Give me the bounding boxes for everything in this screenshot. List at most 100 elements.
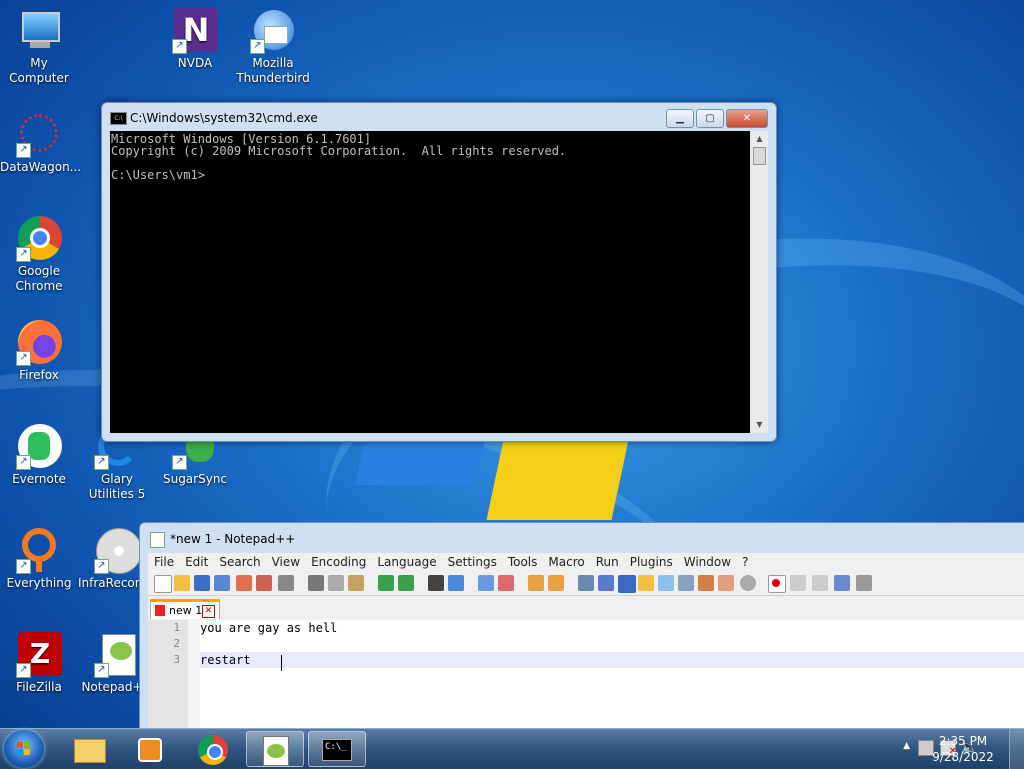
monitoring-icon[interactable] [740,575,756,591]
cmd-vertical-scrollbar[interactable]: ▲ ▼ [751,131,768,433]
indent-guide-icon[interactable] [618,575,636,593]
menu-run[interactable]: Run [596,555,619,569]
tab-new-1[interactable]: new 1 ✕ [150,599,220,619]
shortcut-arrow-icon: ↗ [172,455,187,470]
maximize-button[interactable]: ▢ [696,109,724,128]
menu-tools[interactable]: Tools [508,555,538,569]
menu-settings[interactable]: Settings [448,555,497,569]
desktop-icon-datawagon[interactable]: ↗ DataWagon... [0,112,82,175]
menu-view[interactable]: View [272,555,300,569]
cut-icon[interactable] [308,575,324,591]
desktop-icon-evernote[interactable]: ↗ Evernote [0,424,78,487]
stop-recording-icon[interactable] [790,575,806,591]
menu-file[interactable]: File [154,555,174,569]
line-number-gutter: 1 2 3 [148,620,188,733]
document-map-icon[interactable] [658,575,674,591]
doc-list-icon[interactable] [678,575,694,591]
run-macro-multiple-icon[interactable] [834,575,850,591]
desktop-icon-thunderbird[interactable]: ↗ Mozilla Thunderbird [234,8,312,86]
minimize-button[interactable]: ▁ [666,109,694,128]
scroll-up-arrow-icon[interactable]: ▲ [751,131,768,147]
clock-date: 9/28/2022 [932,750,994,764]
filezilla-icon: Z ↗ [16,632,62,678]
editor-line-current[interactable]: restart [200,652,1024,668]
desktop-icon-nvda[interactable]: N ↗ NVDA [156,8,234,71]
desktop-icon-everything[interactable]: ↗ Everything [0,528,78,591]
scroll-thumb[interactable] [753,147,766,165]
taskbar-notepad-plus-plus[interactable] [246,731,304,767]
sync-horizontal-icon[interactable] [548,575,564,591]
cmd-titlebar[interactable]: C:\ C:\Windows\system32\cmd.exe ▁ ▢ ✕ [102,103,776,131]
notepad-plus-plus-app-icon [150,532,165,548]
desktop-icon-firefox[interactable]: ↗ Firefox [0,320,78,383]
line-number: 1 [173,621,180,634]
save-macro-icon[interactable] [856,575,872,591]
taskbar-chrome[interactable] [184,731,242,767]
close-button[interactable]: ✕ [726,109,768,128]
redo-icon[interactable] [398,575,414,591]
tab-close-icon[interactable]: ✕ [202,605,215,618]
menu-plugins[interactable]: Plugins [630,555,673,569]
cmd-window[interactable]: C:\ C:\Windows\system32\cmd.exe ▁ ▢ ✕ Micr… [101,102,777,442]
desktop-icon-google-chrome[interactable]: ↗ Google Chrome [0,216,78,294]
sync-vertical-icon[interactable] [528,575,544,591]
taskbar-media-player[interactable] [122,731,180,767]
close-all-icon[interactable] [256,575,272,591]
taskbar-explorer[interactable] [60,731,118,767]
editor-line[interactable] [200,636,1024,652]
zoom-out-icon[interactable] [498,575,514,591]
find-icon[interactable] [428,575,444,591]
menu-language[interactable]: Language [377,555,436,569]
folder-workspace-icon[interactable] [718,575,734,591]
text-editor[interactable]: 1 2 3 you are gay as hell restart [148,620,1024,733]
notepad-plus-plus-window[interactable]: *new 1 - Notepad++ File Edit Search View Enc… [139,522,1024,734]
show-desktop-button[interactable] [1009,729,1024,769]
new-file-icon[interactable] [154,575,172,593]
close-file-icon[interactable] [236,575,252,591]
menu-help[interactable]: ? [742,555,748,569]
copy-icon[interactable] [328,575,344,591]
taskbar-cmd[interactable]: C:\_ [308,731,366,767]
desktop-icon-filezilla[interactable]: Z ↗ FileZilla [0,632,78,695]
desktop-icon-label: DataWagon... [0,160,82,174]
desktop-icon-my-computer[interactable]: My Computer [0,8,78,86]
scroll-down-arrow-icon[interactable]: ▼ [751,417,768,433]
function-list-icon[interactable] [698,575,714,591]
notepad-titlebar[interactable]: *new 1 - Notepad++ [140,523,1024,553]
fold-margin[interactable] [188,620,200,733]
start-button[interactable] [4,730,44,768]
desktop-icon-label: Everything [6,576,72,590]
playback-macro-icon[interactable] [812,575,828,591]
zoom-in-icon[interactable] [478,575,494,591]
print-icon[interactable] [278,575,294,591]
cmd-icon: C:\_ [322,739,352,761]
record-macro-icon[interactable] [768,575,786,593]
undo-icon[interactable] [378,575,394,591]
line-number: 3 [173,653,180,666]
menu-search[interactable]: Search [219,555,260,569]
language-icon[interactable] [638,575,654,591]
menu-bar: File Edit Search View Encoding Language Settin… [148,553,1024,571]
everything-search-icon: ↗ [16,528,62,574]
windows-wallpaper-logo [355,440,630,520]
word-wrap-icon[interactable] [578,575,594,591]
show-all-characters-icon[interactable] [598,575,614,591]
shortcut-arrow-icon: ↗ [16,143,31,158]
paste-icon[interactable] [348,575,364,591]
clock[interactable]: 2:35 PM 9/28/2022 [928,733,998,765]
replace-icon[interactable] [448,575,464,591]
menu-encoding[interactable]: Encoding [311,555,366,569]
taskbar: C:\_ ▲ ✕ 🔈 2:35 PM 9/28/2022 [0,728,1024,769]
media-player-icon [138,738,162,762]
open-file-icon[interactable] [174,575,190,591]
save-icon[interactable] [194,575,210,591]
show-hidden-icons-icon[interactable]: ▲ [903,741,910,751]
menu-macro[interactable]: Macro [548,555,584,569]
unsaved-file-icon [155,605,165,616]
menu-window[interactable]: Window [684,555,731,569]
editor-line[interactable]: you are gay as hell [200,620,1024,636]
menu-edit[interactable]: Edit [185,555,208,569]
cmd-console-output[interactable]: Microsoft Windows [Version 6.1.7601] Cop… [110,131,750,433]
tab-label: new 1 [169,604,203,617]
save-all-icon[interactable] [214,575,230,591]
